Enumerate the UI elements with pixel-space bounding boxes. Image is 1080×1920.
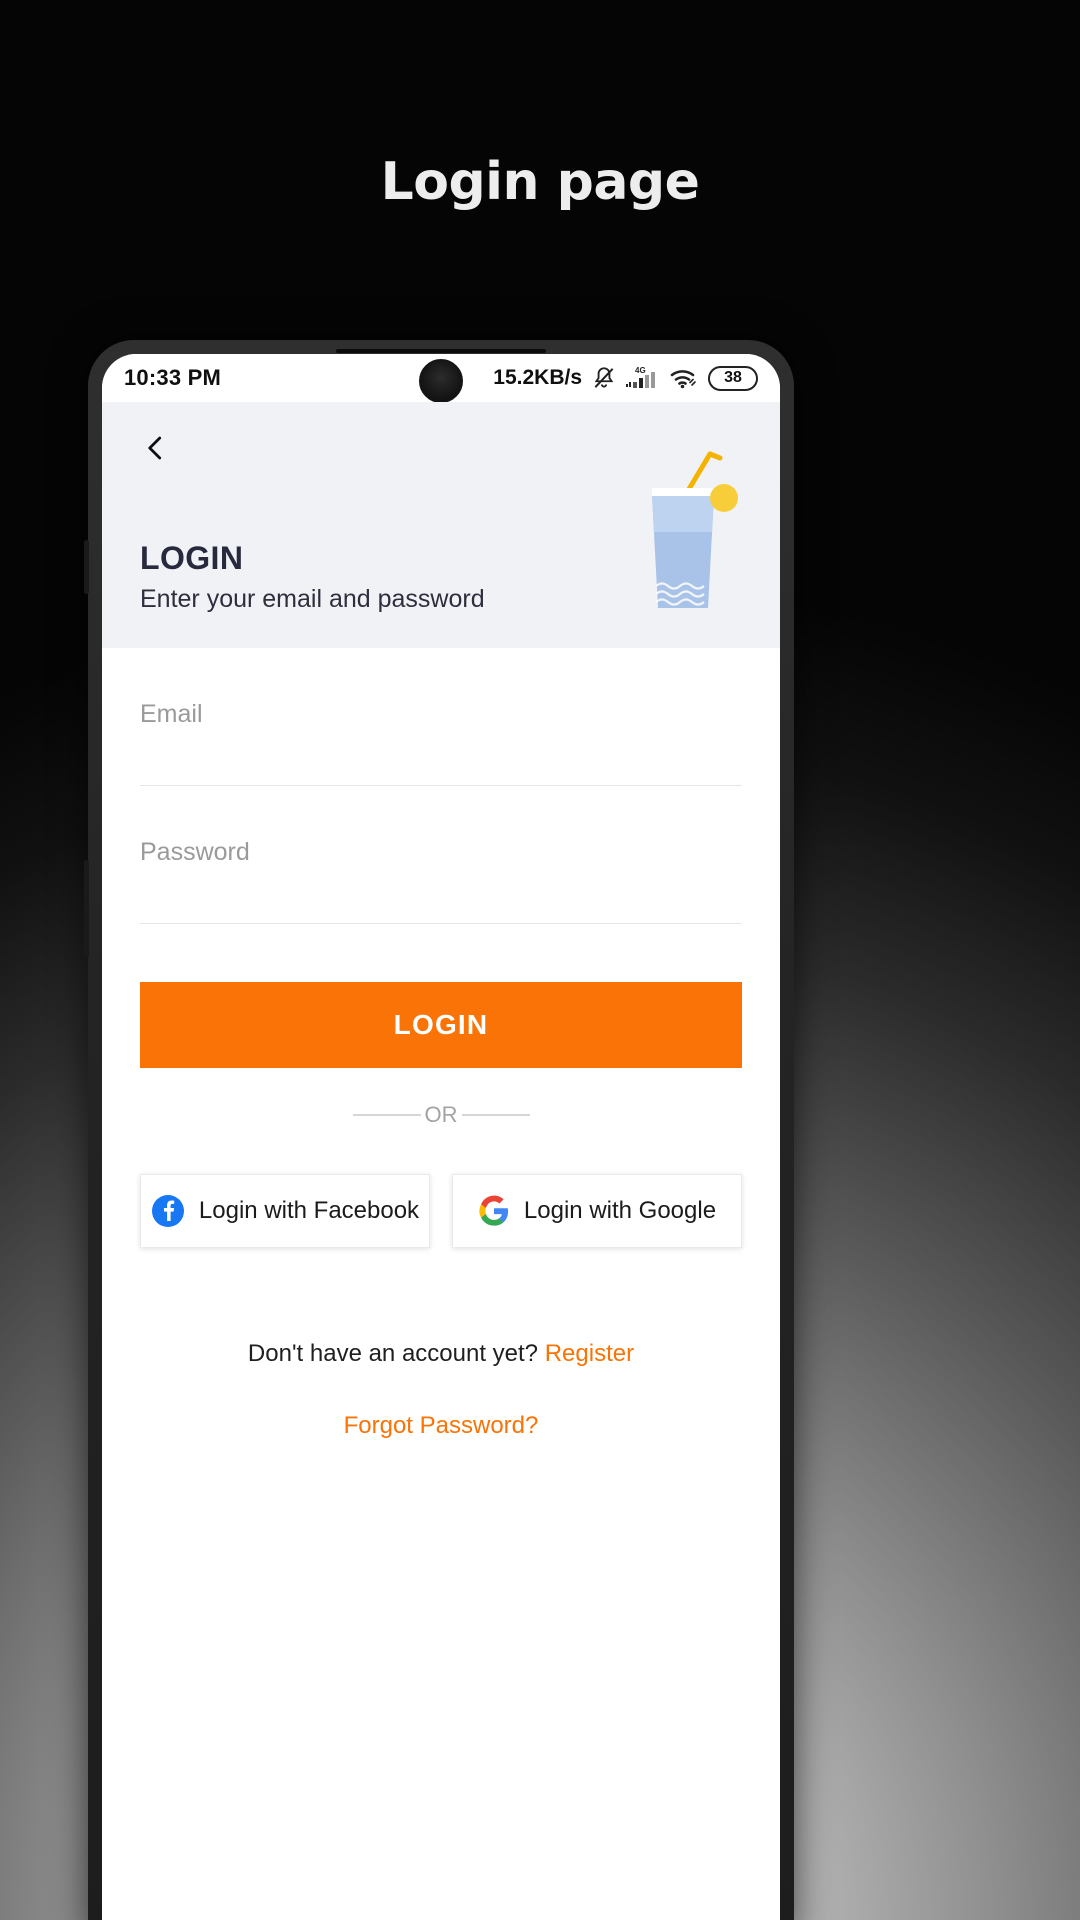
phone-screen: 10:33 PM 15.2KB/s 4G 38 LOGIN Enter your… [102, 354, 780, 1920]
facebook-login-label: Login with Facebook [198, 1197, 420, 1224]
network-speed-label: 15.2KB/s [493, 366, 582, 389]
google-login-label: Login with Google [523, 1197, 717, 1224]
battery-level-label: 38 [724, 369, 742, 386]
login-form: Email Password LOGIN OR Login with Faceb… [102, 700, 780, 1440]
facebook-icon [151, 1195, 184, 1227]
network-type-label: 4G [635, 366, 646, 375]
forgot-password-link[interactable]: Forgot Password? [140, 1412, 742, 1440]
mute-bell-icon [594, 367, 614, 388]
back-button[interactable] [132, 424, 180, 472]
email-field[interactable]: Email [140, 700, 742, 786]
register-link[interactable]: Register [545, 1340, 634, 1367]
register-prompt-text: Don't have an account yet? [247, 1340, 539, 1367]
register-prompt: Don't have an account yet? Register [140, 1340, 742, 1368]
divider-line-right [461, 1114, 530, 1116]
signal-bars-icon: 4G [626, 366, 655, 388]
phone-side-button-volume [84, 540, 89, 594]
battery-icon: 38 [708, 365, 758, 391]
page-title: Login page [380, 152, 700, 212]
google-login-button[interactable]: Login with Google [452, 1174, 742, 1248]
password-label: Password [140, 838, 250, 866]
google-icon [479, 1195, 508, 1226]
divider-label: OR [424, 1102, 458, 1127]
social-login-row: Login with Facebook Login with Google [140, 1174, 742, 1248]
phone-mockup: 10:33 PM 15.2KB/s 4G 38 LOGIN Enter your… [84, 340, 794, 1920]
login-button[interactable]: LOGIN [140, 982, 742, 1068]
wifi-icon [670, 370, 696, 389]
page-header: LOGIN Enter your email and password [102, 402, 780, 648]
page-subheading: Enter your email and password [140, 585, 485, 613]
drink-glass-icon [652, 451, 738, 608]
front-camera-punch-hole [419, 359, 463, 403]
status-bar: 10:33 PM 15.2KB/s 4G 38 [102, 354, 780, 403]
page-heading: LOGIN [140, 539, 244, 576]
divider-line-left [352, 1114, 421, 1116]
or-divider: OR [140, 1102, 742, 1128]
poster-canvas: Login page 10:33 PM 15.2KB/s 4G 38 LOGIN… [0, 0, 1080, 1920]
email-label: Email [140, 700, 203, 728]
phone-side-button-power [84, 860, 89, 958]
chevron-left-icon [148, 436, 162, 460]
status-clock: 10:33 PM [124, 365, 221, 390]
header-text-block: LOGIN Enter your email and password [140, 539, 485, 614]
facebook-login-button[interactable]: Login with Facebook [140, 1174, 430, 1248]
status-icons: 15.2KB/s 4G 38 [493, 365, 758, 391]
password-field[interactable]: Password [140, 838, 742, 924]
